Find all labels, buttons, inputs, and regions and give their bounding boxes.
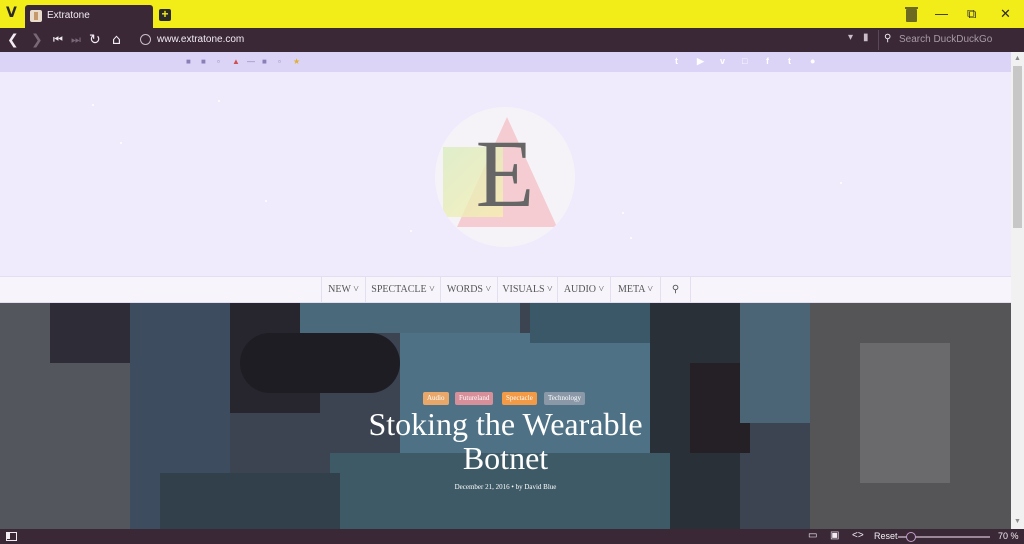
zoom-slider-knob[interactable] <box>906 532 916 542</box>
facebook-icon[interactable]: f <box>766 56 769 66</box>
tag-technology[interactable]: Technology <box>544 392 585 405</box>
youtube-icon[interactable]: ▶ <box>697 56 704 67</box>
vivaldi-menu-icon[interactable]: V <box>6 6 20 20</box>
tag-futureland[interactable]: Futureland <box>455 392 494 405</box>
tab-extratone[interactable]: Extratone <box>25 5 153 28</box>
vimeo-icon[interactable]: v <box>720 56 725 66</box>
menu-item-words[interactable]: WORDS ˅ <box>441 277 498 303</box>
twitter-icon[interactable]: t <box>675 56 678 66</box>
scroll-down-icon[interactable]: ▼ <box>1014 518 1021 525</box>
post-title-line-2: Botnet <box>462 440 549 476</box>
url-field[interactable]: www.extratone.com <box>157 34 244 45</box>
main-menu: NEW ˅ SPECTACLE ˅ WORDS ˅ VISUALS ˅ AUDI… <box>0 276 1011 303</box>
decorative-star <box>410 230 412 232</box>
address-toolbar: ❮ ❯ ⏮ ⏭ ↻ ⌂ www.extratone.com ▾ ▮ ⚲ Sear… <box>0 28 1024 52</box>
post-author[interactable]: David Blue <box>524 483 556 491</box>
save-icon[interactable]: ■ <box>262 57 267 66</box>
logo-letter: E <box>475 120 535 227</box>
menu-search-icon[interactable]: ⚲ <box>661 277 691 303</box>
hero-featured-post[interactable]: Audio Futureland Spectacle Technology St… <box>0 303 1011 529</box>
post-title[interactable]: Stoking the Wearable Botnet <box>0 407 1011 475</box>
instagram-icon[interactable]: □ <box>742 56 747 66</box>
minimize-icon[interactable]: — <box>935 6 948 21</box>
site-logo[interactable]: E <box>435 107 575 247</box>
bookmark-icon[interactable]: ▮ <box>863 32 869 43</box>
favicon-icon <box>30 10 42 22</box>
decorative-star <box>622 212 624 214</box>
search-field[interactable]: ⚲ Search DuckDuckGo <box>878 30 1024 50</box>
toolbar-icon[interactable]: ▫ <box>217 57 220 66</box>
close-icon[interactable]: ✕ <box>1000 6 1011 22</box>
site-top-strip: ■ ■ ▫ ▲ — ■ ▫ ★ t ▶ v □ f t ● <box>0 52 1011 72</box>
hero-image-block <box>740 303 810 423</box>
back-icon[interactable]: ❮ <box>7 31 19 49</box>
hero-image-block <box>160 473 340 529</box>
post-title-line-1: Stoking the Wearable <box>368 406 643 442</box>
new-tab-button[interactable]: + <box>159 8 171 21</box>
search-placeholder: Search DuckDuckGo <box>899 34 993 45</box>
zoom-reset-button[interactable]: Reset <box>874 531 898 541</box>
image-icon[interactable]: ▣ <box>830 530 839 541</box>
zoom-level: 70 % <box>998 531 1019 541</box>
tumblr-icon[interactable]: t <box>788 56 791 66</box>
fast-forward-icon[interactable]: ⏭ <box>71 31 81 49</box>
site-info-icon[interactable] <box>140 34 151 45</box>
snapchat-icon[interactable]: ● <box>810 56 815 66</box>
toolbar-icon[interactable]: ★ <box>293 57 300 66</box>
tag-spectacle[interactable]: Spectacle <box>502 392 537 405</box>
toolbar-icon[interactable]: — <box>247 57 255 66</box>
decorative-star <box>92 104 94 106</box>
forward-icon[interactable]: ❯ <box>31 31 43 49</box>
scroll-up-icon[interactable]: ▲ <box>1014 55 1021 62</box>
panel-toggle-icon[interactable] <box>6 532 17 541</box>
menu-item-visuals[interactable]: VISUALS ˅ <box>498 277 558 303</box>
menu-item-spectacle[interactable]: SPECTACLE ˅ <box>366 277 441 303</box>
decorative-star <box>840 182 842 184</box>
page-viewport: ■ ■ ▫ ▲ — ■ ▫ ★ t ▶ v □ f t ● E NEW ˅ SP… <box>0 52 1011 529</box>
dropdown-icon[interactable]: ▾ <box>848 32 853 43</box>
toolbar-icon[interactable]: ■ <box>201 57 206 66</box>
hero-image-block <box>530 303 650 343</box>
decorative-star <box>265 200 267 202</box>
hero-image-block <box>300 303 520 333</box>
menu-item-meta[interactable]: META ˅ <box>611 277 661 303</box>
trash-icon[interactable] <box>905 7 918 22</box>
decorative-star <box>630 237 632 239</box>
vertical-scrollbar[interactable]: ▲ ▼ <box>1011 52 1024 529</box>
decorative-star <box>120 142 122 144</box>
byline-separator: • <box>511 483 514 491</box>
byline-by: by <box>515 483 523 491</box>
menu-item-new[interactable]: NEW ˅ <box>321 277 366 303</box>
scrollbar-thumb[interactable] <box>1013 66 1022 228</box>
home-icon[interactable]: ⌂ <box>112 31 121 49</box>
reload-icon[interactable]: ↻ <box>89 31 101 49</box>
search-icon: ⚲ <box>884 33 892 44</box>
post-date: December 21, 2016 <box>454 483 510 491</box>
hero-image-block <box>50 303 140 363</box>
hero-image-block <box>240 333 400 393</box>
code-icon[interactable]: <> <box>852 530 864 541</box>
tile-icon[interactable]: ▭ <box>808 530 817 541</box>
restore-icon[interactable]: ⧉ <box>967 6 976 22</box>
rewind-icon[interactable]: ⏮ <box>53 31 63 49</box>
toolbar-icon[interactable]: ■ <box>186 57 191 66</box>
toolbar-icon[interactable]: ▲ <box>232 57 240 66</box>
decorative-star <box>218 100 220 102</box>
toolbar-icon[interactable]: ▫ <box>278 57 281 66</box>
tab-title: Extratone <box>47 10 90 21</box>
status-bar: ▭ ▣ <> Reset 70 % <box>0 529 1024 544</box>
post-byline: December 21, 2016 • by David Blue <box>0 483 1011 491</box>
menu-item-audio[interactable]: AUDIO ˅ <box>558 277 611 303</box>
tag-audio[interactable]: Audio <box>423 392 449 405</box>
browser-title-bar: V Extratone + — ⧉ ✕ <box>0 0 1024 28</box>
zoom-slider[interactable] <box>898 532 990 542</box>
